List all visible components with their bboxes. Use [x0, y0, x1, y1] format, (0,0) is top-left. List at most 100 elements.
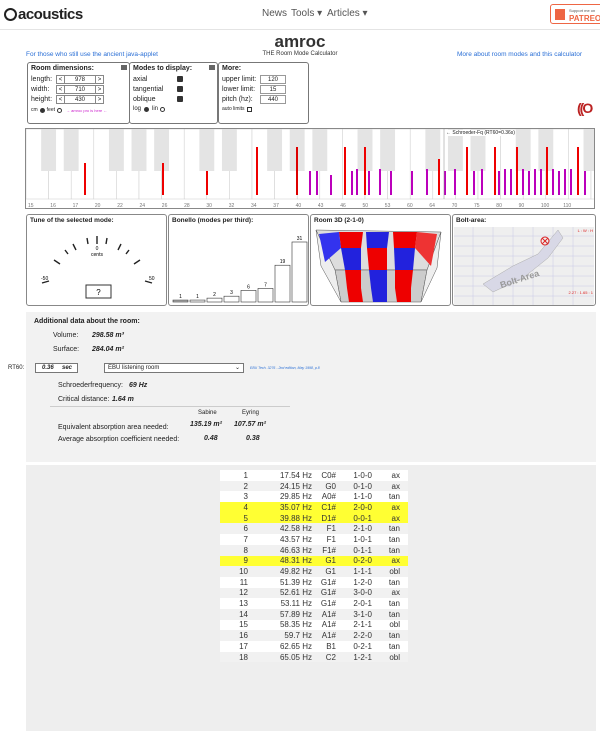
mode-marker[interactable]: [379, 169, 381, 195]
mode-marker[interactable]: [344, 147, 346, 195]
mode-row[interactable]: 12 52.61 Hz G1# 3-0-0 ax: [220, 587, 408, 599]
mode-marker[interactable]: [516, 147, 518, 195]
unit-cm-radio[interactable]: [39, 107, 45, 113]
mode-row[interactable]: 2 24.15 Hz G0 0-1-0 ax: [220, 480, 408, 492]
mode-marker[interactable]: [309, 171, 311, 195]
mode-row[interactable]: 6 42.58 Hz F1 2-1-0 tan: [220, 523, 408, 535]
mode-marker[interactable]: [356, 169, 358, 195]
mode-row[interactable]: 7 43.57 Hz F1 1-0-1 tan: [220, 534, 408, 545]
more-info-link[interactable]: More about room modes and this calculato…: [457, 51, 582, 58]
ebu-ref-link[interactable]: EBU Tech. 3276 - 2nd edition, May 1998, …: [250, 366, 320, 370]
nav-tools[interactable]: Tools ▾: [291, 8, 322, 19]
mode-marker[interactable]: [498, 171, 500, 195]
mode-row[interactable]: 1 17.54 Hz C0# 1-0-0 ax: [220, 470, 408, 481]
mode-marker[interactable]: [256, 147, 258, 195]
auto-limits-checkbox[interactable]: [246, 106, 252, 112]
black-key[interactable]: [63, 129, 79, 171]
mode-marker[interactable]: [522, 169, 524, 195]
mode-row[interactable]: 5 39.88 Hz D1# 0-0-1 ax: [220, 512, 408, 524]
keyboard-svg[interactable]: 15 16 17 20 22 24 26 28 30 32 34 37 40 43 46 50 53 60 64 70…: [26, 129, 595, 209]
mode-marker[interactable]: [426, 169, 428, 195]
mode-marker[interactable]: [316, 171, 318, 195]
room-type-select[interactable]: EBU listening room: [104, 363, 244, 373]
black-key[interactable]: [267, 129, 283, 171]
black-key[interactable]: [41, 129, 57, 171]
mode-marker[interactable]: [494, 147, 496, 195]
mode-marker[interactable]: [296, 147, 298, 195]
mode-row[interactable]: 4 35.07 Hz C1# 2-0-0 ax: [220, 502, 408, 513]
nav-articles[interactable]: Articles ▾: [327, 8, 368, 19]
mode-marker[interactable]: [351, 171, 353, 195]
mode-marker[interactable]: [390, 171, 392, 195]
mode-marker[interactable]: [577, 147, 579, 195]
mode-row[interactable]: 16 59.7 Hz A1# 2-2-0 tan: [220, 630, 408, 641]
mode-marker[interactable]: [540, 169, 542, 195]
mode-marker[interactable]: [564, 169, 566, 195]
length-decrease-button[interactable]: <: [56, 74, 65, 84]
black-key[interactable]: [221, 129, 237, 171]
mode-marker[interactable]: [454, 169, 456, 195]
mode-row[interactable]: 14 57.89 Hz A1# 3-1-0 tan: [220, 608, 408, 620]
width-decrease-button[interactable]: <: [56, 84, 65, 94]
log-radio[interactable]: [144, 106, 150, 112]
mode-marker[interactable]: [364, 147, 366, 195]
mode-row[interactable]: 11 51.39 Hz G1# 1-2-0 tan: [220, 576, 408, 588]
mode-row[interactable]: 10 49.82 Hz G1 1-1-1 obl: [220, 566, 408, 577]
mode-marker[interactable]: [534, 169, 536, 195]
mode-row[interactable]: 3 29.85 Hz A0# 1-1-0 tan: [220, 491, 408, 503]
mode-marker[interactable]: [438, 159, 440, 195]
mode-marker[interactable]: [466, 147, 468, 195]
logo[interactable]: acoustics: [4, 6, 83, 23]
mode-marker[interactable]: [584, 171, 586, 195]
mode-row[interactable]: 8 46.63 Hz F1# 0-1-1 tan: [220, 544, 408, 556]
height-input[interactable]: 430: [65, 94, 95, 104]
room-3d-view[interactable]: [311, 226, 451, 306]
chevron-down-icon[interactable]: ⌄: [235, 364, 240, 371]
upper-limit-input[interactable]: 120: [260, 74, 286, 84]
mode-marker[interactable]: [206, 171, 208, 195]
mode-marker[interactable]: [481, 169, 483, 195]
java-applet-link[interactable]: For those who still use the ancient java…: [26, 51, 158, 58]
mode-marker[interactable]: [411, 171, 413, 195]
mode-row[interactable]: 13 53.11 Hz G1# 2-0-1 tan: [220, 598, 408, 609]
mode-row[interactable]: 17 62.65 Hz B1 0-2-1 tan: [220, 641, 408, 652]
mode-row[interactable]: 9 48.31 Hz G1 0-2-0 ax: [220, 555, 408, 567]
mode-marker[interactable]: [510, 169, 512, 195]
height-increase-button[interactable]: >: [95, 94, 104, 104]
mode-marker[interactable]: [162, 163, 164, 195]
mode-marker[interactable]: [84, 163, 86, 195]
lower-limit-input[interactable]: 15: [260, 84, 286, 94]
black-key[interactable]: [312, 129, 328, 171]
mode-marker[interactable]: [473, 171, 475, 195]
black-key[interactable]: [154, 129, 170, 171]
mode-spectrum-keyboard[interactable]: 15 16 17 20 22 24 26 28 30 32 34 37 40 43 46 50 53 60 64 70…: [25, 128, 595, 209]
mode-marker[interactable]: [528, 171, 530, 195]
black-key[interactable]: [108, 129, 124, 171]
height-decrease-button[interactable]: <: [56, 94, 65, 104]
black-key[interactable]: [199, 129, 215, 171]
nav-news[interactable]: News: [262, 8, 287, 19]
black-key[interactable]: [583, 129, 595, 171]
amroc-pro-link[interactable]: → amroc pro is here ←: [66, 108, 107, 113]
lin-radio[interactable]: [160, 106, 166, 112]
mode-marker[interactable]: [368, 171, 370, 195]
mode-marker[interactable]: [444, 171, 446, 195]
mode-row[interactable]: 18 65.05 Hz C2 1-2-1 obl: [220, 651, 408, 663]
width-input[interactable]: 710: [65, 84, 95, 94]
mode-marker[interactable]: [330, 175, 332, 195]
oblique-checkbox[interactable]: [177, 96, 183, 102]
patreon-button[interactable]: Support me onPATREON: [550, 4, 600, 24]
mode-marker[interactable]: [546, 147, 548, 195]
axial-checkbox[interactable]: [177, 76, 183, 82]
black-key[interactable]: [131, 129, 147, 171]
unit-feet-radio[interactable]: [57, 107, 63, 113]
collapse-icon[interactable]: [209, 65, 215, 70]
width-increase-button[interactable]: >: [95, 84, 104, 94]
play-sound-icon[interactable]: ((O: [577, 100, 593, 116]
length-input[interactable]: 978: [65, 74, 95, 84]
length-increase-button[interactable]: >: [95, 74, 104, 84]
mode-marker[interactable]: [552, 169, 554, 195]
black-key[interactable]: [380, 129, 396, 171]
mode-marker[interactable]: [504, 169, 506, 195]
mode-row[interactable]: 15 58.35 Hz A1# 2-1-1 obl: [220, 619, 408, 631]
